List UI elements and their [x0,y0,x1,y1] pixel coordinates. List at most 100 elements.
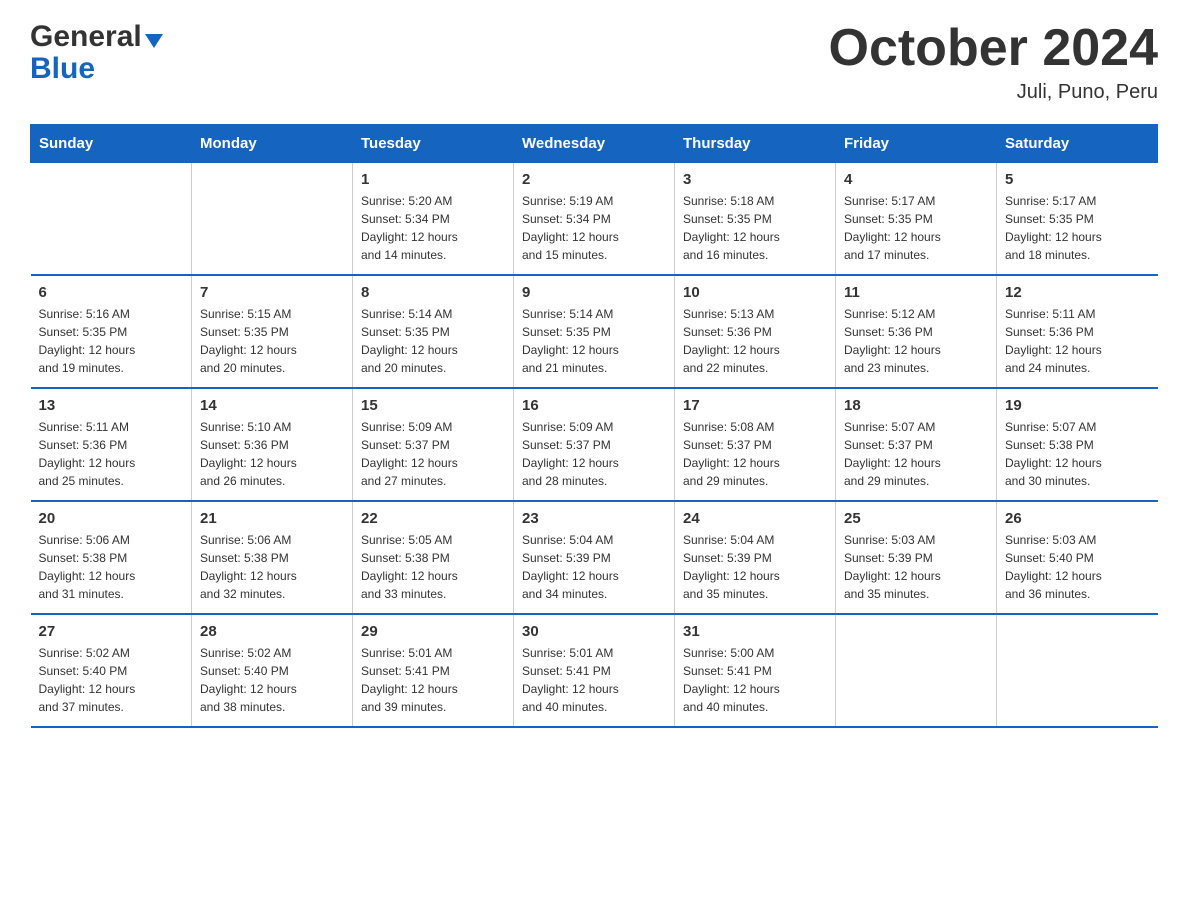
day-info: Sunrise: 5:19 AM Sunset: 5:34 PM Dayligh… [522,192,666,264]
day-number: 24 [683,510,827,527]
day-number: 29 [361,623,505,640]
calendar-cell [997,614,1158,727]
calendar-table: SundayMondayTuesdayWednesdayThursdayFrid… [30,124,1158,728]
day-info: Sunrise: 5:00 AM Sunset: 5:41 PM Dayligh… [683,644,827,716]
day-info: Sunrise: 5:14 AM Sunset: 5:35 PM Dayligh… [361,305,505,377]
day-number: 14 [200,397,344,414]
day-number: 22 [361,510,505,527]
weekday-header-tuesday: Tuesday [353,125,514,163]
week-row-2: 6Sunrise: 5:16 AM Sunset: 5:35 PM Daylig… [31,275,1158,388]
week-row-4: 20 Sunrise: 5:06 AM Sunset: 5:38 PM Dayli… [31,501,1158,614]
calendar-cell: 31Sunrise: 5:00 AM Sunset: 5:41 PM Dayli… [675,614,836,727]
calendar-cell: 30 Sunrise: 5:01 AM Sunset: 5:41 PM Dayli… [514,614,675,727]
logo-blue: Blue [30,54,95,84]
day-number: 2 [522,171,666,188]
day-number: 10 [683,284,827,301]
day-number: 11 [844,284,988,301]
weekday-header-friday: Friday [836,125,997,163]
day-info: Sunrise: 5:18 AM Sunset: 5:35 PM Dayligh… [683,192,827,264]
calendar-cell: 10 Sunrise: 5:13 AM Sunset: 5:36 PM Dayli… [675,275,836,388]
calendar-cell: 26 Sunrise: 5:03 AM Sunset: 5:40 PM Dayli… [997,501,1158,614]
calendar-cell: 3 Sunrise: 5:18 AM Sunset: 5:35 PM Daylig… [675,163,836,276]
calendar-cell: 22 Sunrise: 5:05 AM Sunset: 5:38 PM Dayli… [353,501,514,614]
day-info: Sunrise: 5:11 AM Sunset: 5:36 PM Dayligh… [1005,305,1150,377]
calendar-cell: 18Sunrise: 5:07 AM Sunset: 5:37 PM Dayli… [836,388,997,501]
day-info: Sunrise: 5:01 AM Sunset: 5:41 PM Dayligh… [361,644,505,716]
day-info: Sunrise: 5:04 AM Sunset: 5:39 PM Dayligh… [522,531,666,603]
calendar-cell: 7 Sunrise: 5:15 AM Sunset: 5:35 PM Daylig… [192,275,353,388]
calendar-cell [836,614,997,727]
day-info: Sunrise: 5:08 AM Sunset: 5:37 PM Dayligh… [683,418,827,490]
weekday-header-row: SundayMondayTuesdayWednesdayThursdayFrid… [31,125,1158,163]
weekday-header-wednesday: Wednesday [514,125,675,163]
title-area: October 2024 Juli, Puno, Peru [829,20,1159,104]
day-number: 13 [39,397,184,414]
day-info: Sunrise: 5:17 AM Sunset: 5:35 PM Dayligh… [844,192,988,264]
day-number: 15 [361,397,505,414]
day-number: 23 [522,510,666,527]
day-info: Sunrise: 5:07 AM Sunset: 5:38 PM Dayligh… [1005,418,1150,490]
weekday-header-sunday: Sunday [31,125,192,163]
day-number: 26 [1005,510,1150,527]
calendar-cell: 13Sunrise: 5:11 AM Sunset: 5:36 PM Dayli… [31,388,192,501]
calendar-cell: 1 Sunrise: 5:20 AM Sunset: 5:34 PM Daylig… [353,163,514,276]
weekday-header-thursday: Thursday [675,125,836,163]
day-info: Sunrise: 5:16 AM Sunset: 5:35 PM Dayligh… [39,305,184,377]
page-header: General Blue October 2024 Juli, Puno, Pe… [30,20,1158,104]
day-info: Sunrise: 5:13 AM Sunset: 5:36 PM Dayligh… [683,305,827,377]
weekday-header-monday: Monday [192,125,353,163]
day-info: Sunrise: 5:06 AM Sunset: 5:38 PM Dayligh… [200,531,344,603]
day-number: 12 [1005,284,1150,301]
day-number: 21 [200,510,344,527]
day-info: Sunrise: 5:17 AM Sunset: 5:35 PM Dayligh… [1005,192,1150,264]
calendar-cell: 11Sunrise: 5:12 AM Sunset: 5:36 PM Dayli… [836,275,997,388]
day-number: 20 [39,510,184,527]
day-number: 9 [522,284,666,301]
day-number: 17 [683,397,827,414]
day-number: 5 [1005,171,1150,188]
calendar-cell: 27Sunrise: 5:02 AM Sunset: 5:40 PM Dayli… [31,614,192,727]
calendar-cell: 28 Sunrise: 5:02 AM Sunset: 5:40 PM Dayli… [192,614,353,727]
calendar-cell: 4 Sunrise: 5:17 AM Sunset: 5:35 PM Daylig… [836,163,997,276]
calendar-cell: 19 Sunrise: 5:07 AM Sunset: 5:38 PM Dayli… [997,388,1158,501]
day-number: 1 [361,171,505,188]
day-info: Sunrise: 5:20 AM Sunset: 5:34 PM Dayligh… [361,192,505,264]
day-info: Sunrise: 5:03 AM Sunset: 5:40 PM Dayligh… [1005,531,1150,603]
day-info: Sunrise: 5:10 AM Sunset: 5:36 PM Dayligh… [200,418,344,490]
week-row-5: 27Sunrise: 5:02 AM Sunset: 5:40 PM Dayli… [31,614,1158,727]
day-number: 4 [844,171,988,188]
page-title: October 2024 [829,20,1159,77]
day-number: 28 [200,623,344,640]
logo-general: General [30,20,142,54]
day-number: 30 [522,623,666,640]
day-number: 8 [361,284,505,301]
day-info: Sunrise: 5:14 AM Sunset: 5:35 PM Dayligh… [522,305,666,377]
logo-arrow-icon [145,34,163,48]
calendar-cell: 8 Sunrise: 5:14 AM Sunset: 5:35 PM Daylig… [353,275,514,388]
day-info: Sunrise: 5:09 AM Sunset: 5:37 PM Dayligh… [361,418,505,490]
calendar-cell: 2 Sunrise: 5:19 AM Sunset: 5:34 PM Daylig… [514,163,675,276]
day-info: Sunrise: 5:02 AM Sunset: 5:40 PM Dayligh… [200,644,344,716]
day-info: Sunrise: 5:09 AM Sunset: 5:37 PM Dayligh… [522,418,666,490]
day-info: Sunrise: 5:02 AM Sunset: 5:40 PM Dayligh… [39,644,184,716]
day-number: 16 [522,397,666,414]
calendar-cell: 16 Sunrise: 5:09 AM Sunset: 5:37 PM Dayli… [514,388,675,501]
day-number: 3 [683,171,827,188]
week-row-1: 1 Sunrise: 5:20 AM Sunset: 5:34 PM Daylig… [31,163,1158,276]
calendar-cell: 24 Sunrise: 5:04 AM Sunset: 5:39 PM Dayli… [675,501,836,614]
calendar-cell [192,163,353,276]
calendar-cell [31,163,192,276]
calendar-cell: 9 Sunrise: 5:14 AM Sunset: 5:35 PM Daylig… [514,275,675,388]
calendar-cell: 25Sunrise: 5:03 AM Sunset: 5:39 PM Dayli… [836,501,997,614]
day-info: Sunrise: 5:06 AM Sunset: 5:38 PM Dayligh… [39,531,184,603]
day-info: Sunrise: 5:01 AM Sunset: 5:41 PM Dayligh… [522,644,666,716]
day-info: Sunrise: 5:05 AM Sunset: 5:38 PM Dayligh… [361,531,505,603]
day-number: 18 [844,397,988,414]
calendar-cell: 17 Sunrise: 5:08 AM Sunset: 5:37 PM Dayli… [675,388,836,501]
calendar-cell: 15 Sunrise: 5:09 AM Sunset: 5:37 PM Dayli… [353,388,514,501]
day-info: Sunrise: 5:15 AM Sunset: 5:35 PM Dayligh… [200,305,344,377]
day-info: Sunrise: 5:04 AM Sunset: 5:39 PM Dayligh… [683,531,827,603]
day-number: 7 [200,284,344,301]
day-number: 19 [1005,397,1150,414]
location-subtitle: Juli, Puno, Peru [829,81,1159,104]
